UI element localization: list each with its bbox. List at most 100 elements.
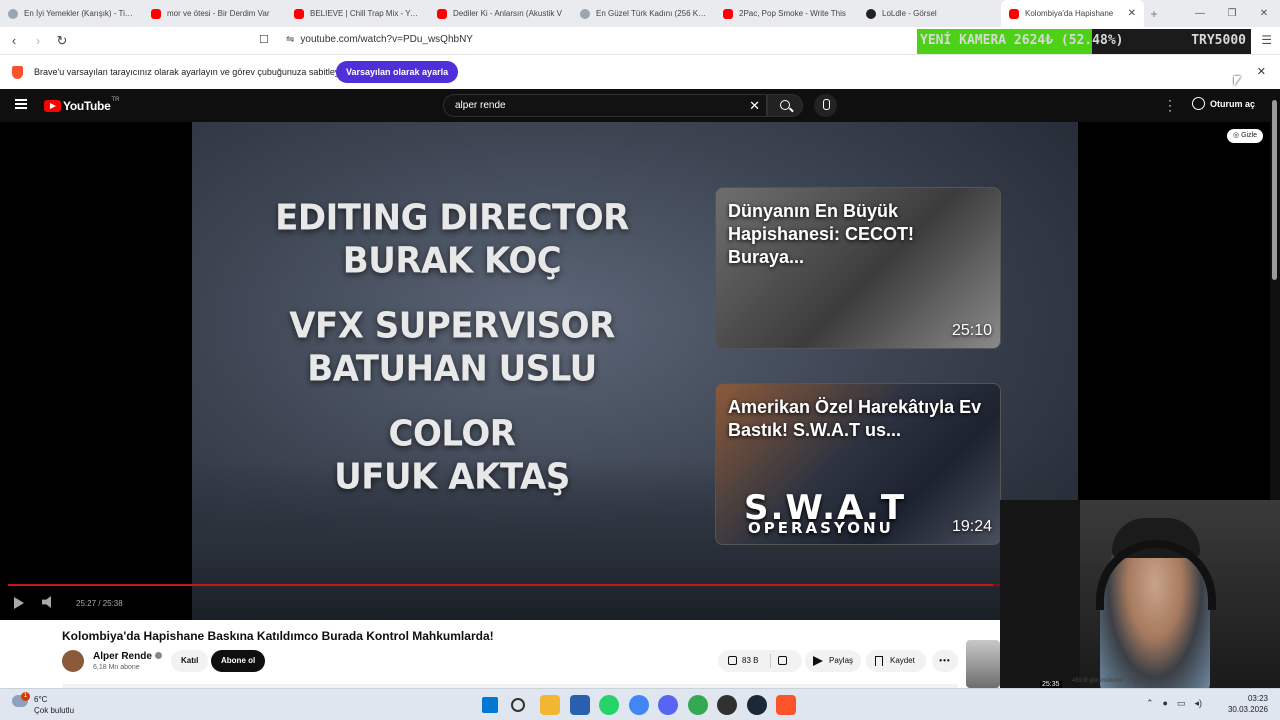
youtube-icon	[1009, 8, 1019, 19]
browser-tab[interactable]: BELIEVE | Chill Trap Mix - YouTu	[286, 0, 429, 27]
channel-avatar[interactable]	[62, 650, 84, 672]
clock-date: 30.03.2026	[1227, 705, 1268, 714]
tab-title: 2Pac, Pop Smoke - Write This	[739, 9, 846, 18]
end-credits: EDITING DIRECTOR BURAK KOÇ VFX SUPERVISOR B…	[192, 197, 712, 499]
endcard-title: Dünyanın En Büyük Hapishanesi: CECOT! Bu…	[728, 201, 915, 267]
obs-icon[interactable]	[717, 695, 737, 715]
windows-taskbar: 1 6°C Çok bulutlu ⌃ ● ▭ ◂) 03:23 30.03.2…	[0, 688, 1280, 720]
dislike-icon[interactable]	[778, 656, 787, 665]
endcard-video-2[interactable]: Amerikan Özel Harekâtıyla Ev Bastık! S.W…	[715, 383, 1001, 545]
channel-name[interactable]: Alper Rende	[93, 651, 162, 662]
set-default-button[interactable]: Varsayılan olarak ayarla	[336, 61, 459, 83]
close-tab-icon[interactable]: ✕	[1128, 8, 1136, 19]
browser-tab[interactable]: 2Pac, Pop Smoke - Write This	[715, 0, 858, 27]
brave-icon[interactable]	[776, 695, 796, 715]
endcard-duration: 25:10	[951, 322, 992, 339]
endcard-video-1[interactable]: Dünyanın En Büyük Hapishanesi: CECOT! Bu…	[715, 187, 1001, 349]
chrome-profile-icon[interactable]	[628, 695, 649, 715]
browser-tab[interactable]: LoLdle - Görsel	[858, 0, 1001, 27]
share-button[interactable]: Paylaş	[805, 650, 861, 672]
credit-role: EDITING DIRECTOR	[275, 196, 629, 239]
steam-icon[interactable]	[746, 695, 767, 715]
forward-button[interactable]: ›	[28, 33, 48, 48]
search-button[interactable]	[767, 94, 803, 117]
url-text: youtube.com/watch?v=PDu_wsQhbNY	[300, 34, 473, 45]
save-button[interactable]: Kaydet	[866, 650, 926, 672]
whatsapp-icon[interactable]	[599, 695, 619, 715]
guide-menu-icon[interactable]	[15, 99, 27, 109]
tray-overflow-icon[interactable]: ⌃	[1146, 698, 1154, 709]
chrome-icon[interactable]	[687, 695, 708, 715]
site-info-icon[interactable]: ⇋	[286, 34, 294, 45]
subscribe-button[interactable]: Abone ol	[211, 650, 266, 672]
youtube-icon	[294, 8, 304, 19]
file-explorer-icon[interactable]	[540, 695, 560, 715]
brave-shield-icon	[12, 66, 23, 79]
store-icon[interactable]	[569, 695, 590, 715]
seek-bar-fill	[8, 584, 994, 586]
bookmark-icon[interactable]: ☐	[259, 33, 269, 46]
network-icon[interactable]: ▭	[1177, 698, 1186, 709]
recommended-thumbnail[interactable]	[966, 640, 1000, 688]
endcard-duration: 19:24	[951, 518, 992, 535]
clear-search-icon[interactable]: ✕	[749, 98, 760, 114]
infobar-message: Brave'u varsayılan tarayıcınız olarak ay…	[34, 67, 347, 77]
tab-title: Dediler Ki - Anlarsın (Akustik V	[453, 9, 562, 18]
recommended-meta: 459 B görüntüleme · 1 gün önce	[1072, 678, 1158, 684]
sign-in-label: Oturum aç	[1210, 98, 1256, 109]
tab-title: mor ve ötesi - Bir Derdim Var	[167, 9, 270, 18]
tab-title: BELIEVE | Chill Trap Mix - YouTu	[310, 9, 421, 18]
browser-tab[interactable]: En İyi Yemekler (Karışık) - Tier L	[0, 0, 143, 27]
windows-icon[interactable]	[482, 697, 498, 713]
like-button[interactable]: 83 B	[728, 650, 758, 672]
scrollbar[interactable]	[1272, 100, 1277, 280]
hide-endcards-button[interactable]: ◎ Gizle	[1227, 129, 1264, 143]
clock[interactable]: 03:23 30.03.2026	[1228, 693, 1268, 715]
mouse-cursor	[1234, 76, 1241, 86]
globe-icon	[580, 8, 590, 19]
youtube-icon	[723, 8, 733, 19]
search-icon[interactable]	[511, 698, 525, 712]
browser-tab[interactable]: En Güzel Türk Kadını (256 Kişi)	[572, 0, 715, 27]
more-actions-button[interactable]: •••	[932, 650, 958, 672]
volume-icon[interactable]	[42, 596, 51, 608]
donation-goal-target: TRY5000	[1191, 33, 1246, 48]
search-input[interactable]: alper rende ✕	[443, 94, 767, 117]
url-field[interactable]: ⇋ youtube.com/watch?v=PDu_wsQhbNY	[286, 34, 473, 45]
play-icon[interactable]	[14, 597, 24, 609]
donation-goal-label: YENİ KAMERA 2624₺ (52.48%)	[920, 33, 1124, 48]
discord-icon[interactable]	[658, 695, 678, 715]
settings-menu-icon[interactable]: · · ·	[1167, 94, 1173, 116]
microphone-icon[interactable]: ●	[1163, 698, 1168, 709]
minimize-button[interactable]: —	[1184, 0, 1216, 27]
tab-list: En İyi Yemekler (Karışık) - Tier L mor ve…	[0, 0, 1144, 27]
search-query: alper rende	[455, 100, 506, 111]
seek-bar[interactable]	[8, 584, 1000, 586]
back-button[interactable]: ‹	[4, 33, 24, 48]
browser-menu-icon[interactable]: ☰	[1261, 33, 1272, 47]
browser-tab[interactable]: mor ve ötesi - Bir Derdim Var	[143, 0, 286, 27]
window-controls: — ❐ ✕	[1184, 0, 1280, 27]
close-window-button[interactable]: ✕	[1248, 0, 1280, 27]
verified-icon	[154, 652, 162, 659]
endcard-title: Amerikan Özel Harekâtıyla Ev Bastık! S.W…	[728, 397, 982, 440]
video-title: Kolombiya'da Hapishane Baskına Katıldımc…	[62, 629, 494, 643]
new-tab-button[interactable]: +	[1144, 7, 1164, 21]
voice-search-icon[interactable]	[814, 94, 837, 117]
time-display: 25:27 / 25:38	[76, 599, 123, 608]
youtube-wordmark: YouTube	[63, 99, 111, 113]
browser-tab[interactable]: Dediler Ki - Anlarsın (Akustik V	[429, 0, 572, 27]
weather-temp: 6°C	[34, 695, 48, 704]
restore-button[interactable]: ❐	[1216, 0, 1248, 27]
speaker-icon[interactable]: ◂)	[1195, 698, 1203, 709]
youtube-icon	[151, 8, 161, 19]
tab-title: En İyi Yemekler (Karışık) - Tier L	[24, 9, 135, 18]
credit-person: BURAK KOÇ	[342, 239, 562, 282]
youtube-icon	[437, 8, 447, 19]
infobar-close-icon[interactable]: ✕	[1257, 65, 1266, 78]
youtube-logo[interactable]: YouTube TR	[44, 97, 119, 113]
sign-in-button[interactable]: Oturum aç	[1192, 97, 1255, 110]
browser-tab[interactable]: Kolombiya'da Hapishane ✕	[1001, 0, 1144, 27]
reload-button[interactable]: ↻	[52, 33, 72, 49]
join-button[interactable]: Katıl	[171, 650, 209, 672]
